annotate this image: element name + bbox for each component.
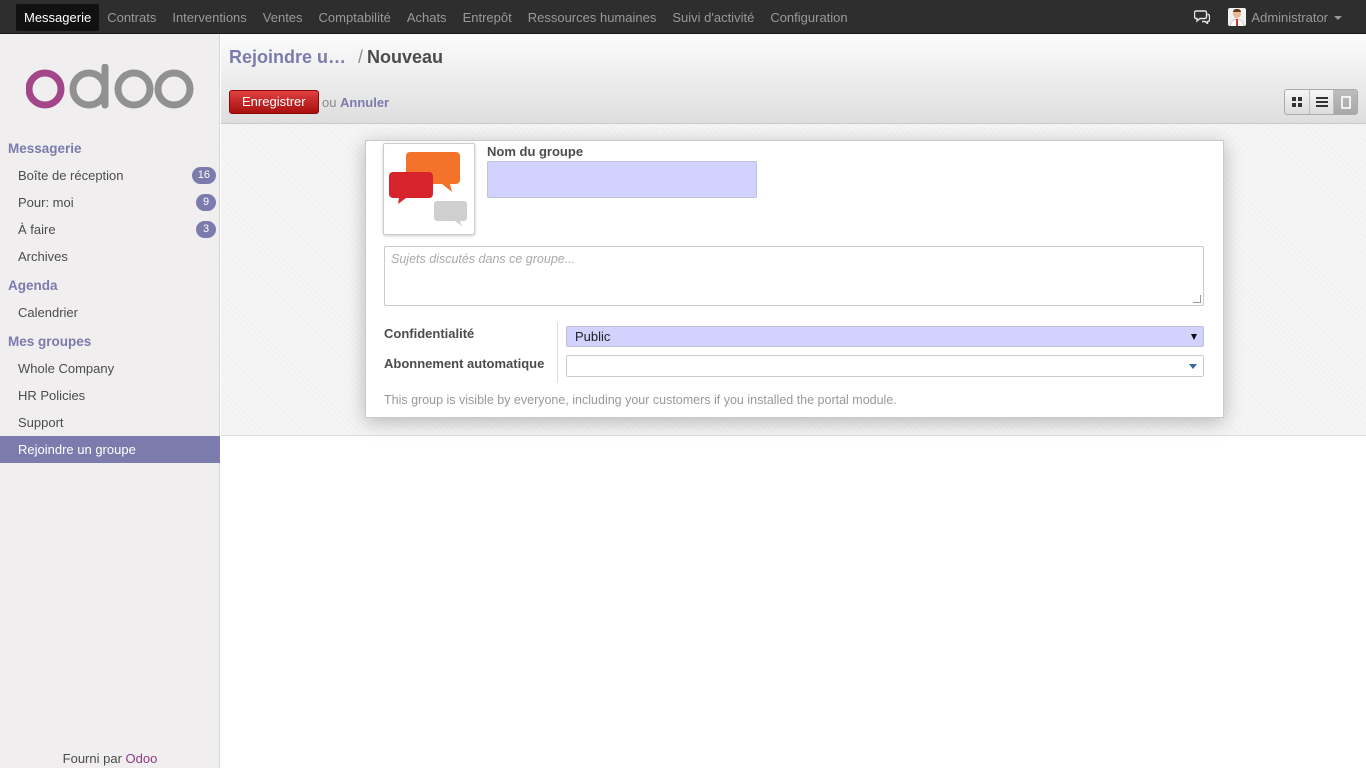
sidebar-item-label: HR Policies: [18, 388, 86, 403]
odoo-logo: [26, 64, 194, 109]
group-name-label: Nom du groupe: [487, 144, 584, 159]
auto-follow-label: Abonnement automatique: [384, 356, 545, 371]
sidebar-item-label: À faire: [18, 222, 56, 237]
sidebar-item-support[interactable]: Support: [0, 409, 220, 436]
user-avatar[interactable]: [1228, 8, 1247, 26]
sidebar-item-whole-company[interactable]: Whole Company: [0, 355, 220, 382]
save-button[interactable]: Enregistrer: [229, 90, 319, 114]
chevron-down-icon[interactable]: [1334, 16, 1342, 20]
or-text: ou: [322, 95, 337, 110]
powered-by-text: Fourni par: [62, 751, 122, 766]
sidebar-item-to-me[interactable]: Pour: moi 9: [0, 189, 220, 216]
dropdown-arrow-icon: [1191, 334, 1197, 340]
kanban-icon: [1292, 97, 1302, 107]
menu-interventions[interactable]: Interventions: [164, 4, 254, 31]
form-view-button[interactable]: [1333, 90, 1357, 114]
powered-by-link[interactable]: Odoo: [126, 751, 158, 766]
sidebar: Messagerie Boîte de réception 16 Pour: m…: [0, 34, 220, 768]
sidebar-item-label: Boîte de réception: [18, 168, 124, 183]
dropdown-arrow-icon: [1189, 364, 1197, 369]
chat-icon[interactable]: [1192, 7, 1212, 27]
sidebar-item-label: Pour: moi: [18, 195, 74, 210]
user-name[interactable]: Administrator: [1251, 10, 1328, 25]
sidebar-item-label: Whole Company: [18, 361, 115, 376]
description-placeholder: Sujets discutés dans ce groupe...: [391, 252, 576, 266]
menu-comptabilite[interactable]: Comptabilité: [311, 4, 399, 31]
top-menu: Messagerie Contrats Interventions Ventes…: [16, 4, 856, 31]
list-view-button[interactable]: [1309, 90, 1333, 114]
menu-suivi-activite[interactable]: Suivi d'activité: [664, 4, 762, 31]
page-title: Nouveau: [367, 47, 444, 67]
chat-bubbles-icon: [389, 152, 467, 226]
description-textarea[interactable]: Sujets discutés dans ce groupe...: [384, 246, 1204, 306]
sidebar-item-label: Calendrier: [18, 305, 78, 320]
menu-ventes[interactable]: Ventes: [255, 4, 311, 31]
section-messagerie: Messagerie: [8, 141, 82, 156]
kanban-view-button[interactable]: [1285, 90, 1309, 114]
sidebar-item-calendar[interactable]: Calendrier: [0, 299, 220, 326]
top-navbar: Messagerie Contrats Interventions Ventes…: [0, 0, 1366, 34]
breadcrumb-parent-link[interactable]: Rejoindre u…: [229, 47, 346, 68]
privacy-selected-value: Public: [575, 329, 611, 344]
control-panel: Rejoindre u… / Nouveau Enregistrer ou An…: [221, 34, 1366, 124]
menu-contrats[interactable]: Contrats: [99, 4, 164, 31]
unread-count-badge: 16: [191, 167, 216, 184]
breadcrumb: Rejoindre u… / Nouveau: [229, 47, 443, 68]
form-sheet: Nom du groupe Sujets discutés dans ce gr…: [365, 140, 1224, 418]
powered-by: Fourni par Odoo: [0, 751, 220, 766]
privacy-help-text: This group is visible by everyone, inclu…: [384, 393, 897, 407]
unread-count-badge: 9: [196, 194, 216, 211]
cancel-link[interactable]: Annuler: [340, 95, 389, 110]
field-separator: [557, 322, 558, 383]
group-name-input[interactable]: [487, 161, 757, 198]
resize-grip-icon[interactable]: [1193, 295, 1201, 303]
section-agenda: Agenda: [8, 278, 58, 293]
sidebar-item-hr-policies[interactable]: HR Policies: [0, 382, 220, 409]
sidebar-item-join-group[interactable]: Rejoindre un groupe: [0, 436, 220, 463]
list-icon: [1315, 97, 1328, 107]
menu-ressources-humaines[interactable]: Ressources humaines: [520, 4, 665, 31]
sidebar-item-label: Archives: [18, 249, 68, 264]
breadcrumb-separator: /: [358, 47, 364, 67]
unread-count-badge: 3: [196, 221, 216, 238]
menu-achats[interactable]: Achats: [399, 4, 455, 31]
privacy-label: Confidentialité: [384, 326, 475, 341]
form-area: Nom du groupe Sujets discutés dans ce gr…: [221, 124, 1366, 436]
menu-messagerie[interactable]: Messagerie: [16, 4, 100, 31]
sidebar-item-inbox[interactable]: Boîte de réception 16: [0, 162, 220, 189]
auto-follow-select[interactable]: [566, 355, 1204, 377]
sidebar-item-label: Rejoindre un groupe: [18, 442, 136, 457]
menu-entrepot[interactable]: Entrepôt: [455, 4, 520, 31]
sidebar-item-label: Support: [18, 415, 64, 430]
group-image[interactable]: [383, 143, 475, 235]
privacy-select[interactable]: Public: [566, 326, 1204, 347]
view-switcher: [1284, 89, 1358, 115]
section-my-groups: Mes groupes: [8, 334, 92, 349]
sidebar-item-archives[interactable]: Archives: [0, 243, 220, 270]
sidebar-item-todo[interactable]: À faire 3: [0, 216, 220, 243]
menu-configuration[interactable]: Configuration: [762, 4, 855, 31]
user-area: Administrator: [1192, 0, 1342, 34]
form-icon: [1340, 95, 1351, 109]
